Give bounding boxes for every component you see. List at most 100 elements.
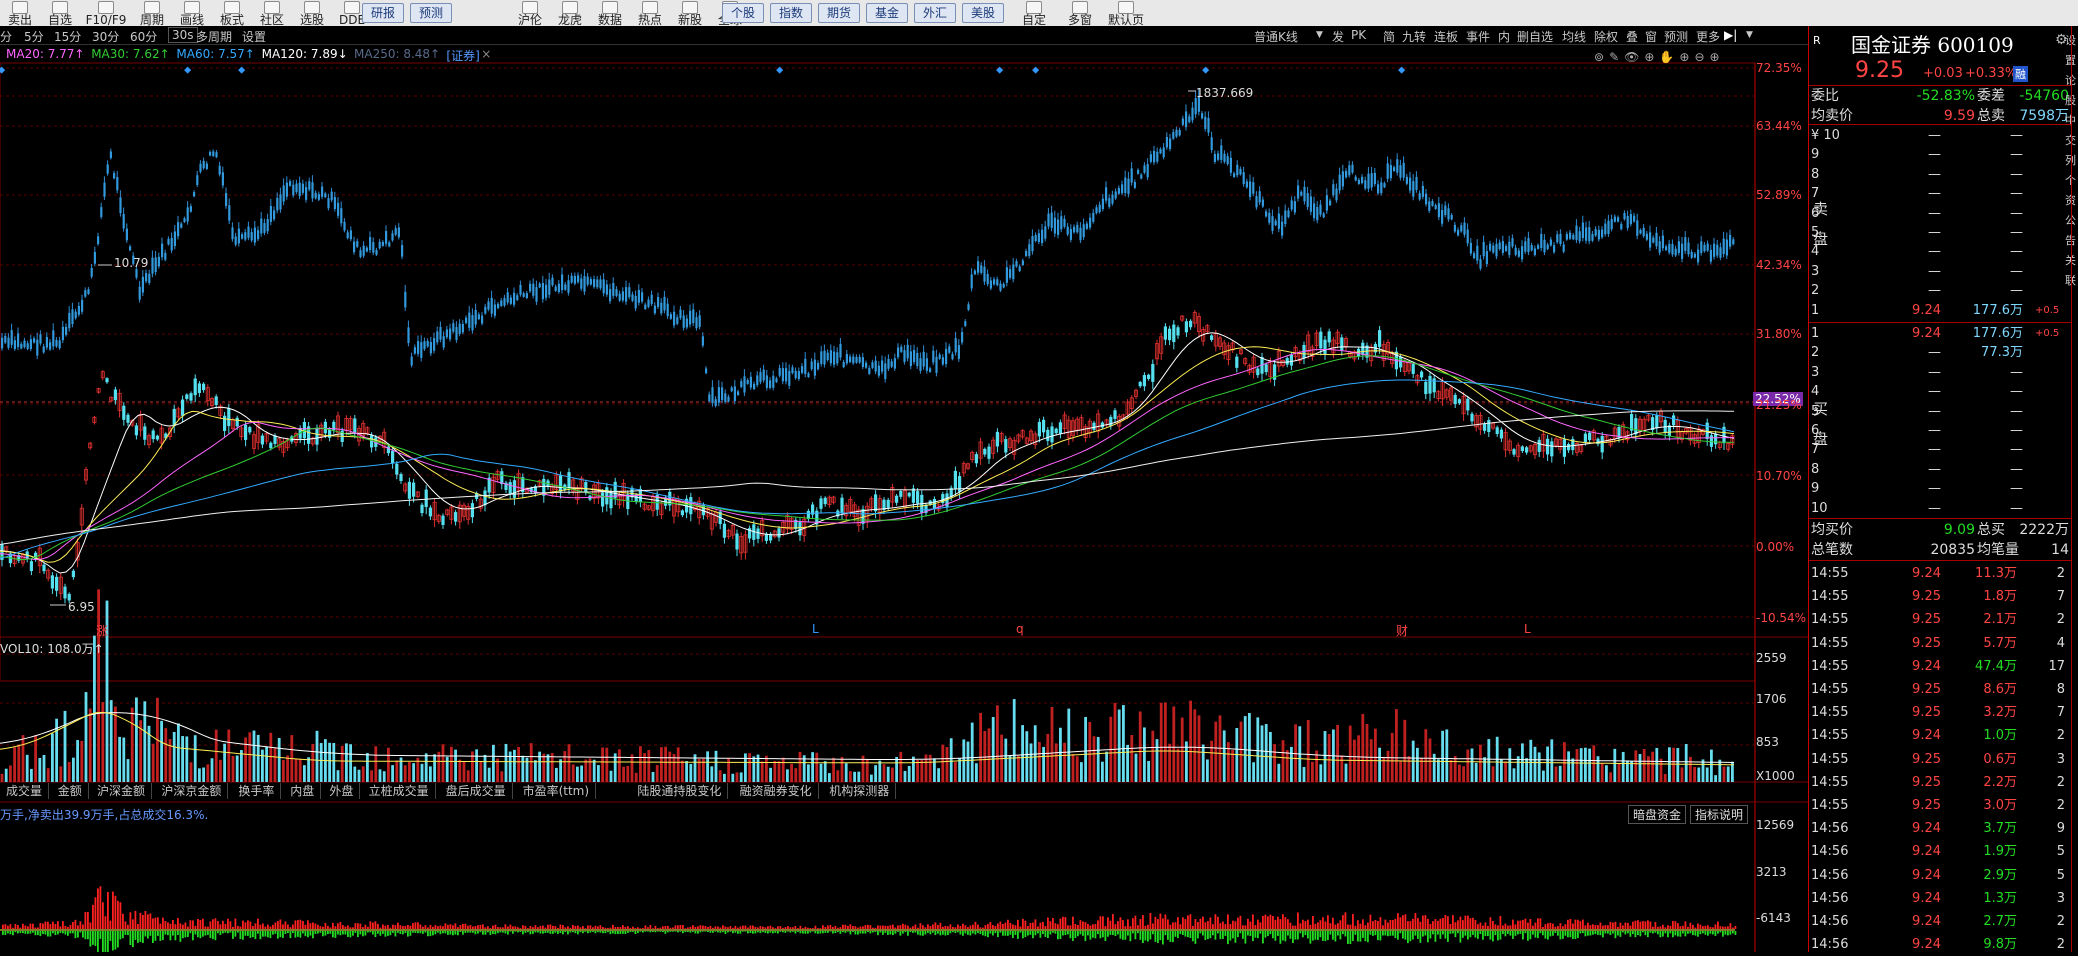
market-btn-1[interactable]: 指数 <box>770 3 813 23</box>
volume-bar <box>1437 759 1440 782</box>
buy-level-row[interactable]: 9— — <box>1809 479 2071 498</box>
toolbar-pen-button[interactable]: 画线 <box>172 0 212 26</box>
trade-price: 9.25 <box>1912 751 1941 767</box>
toolbar-new-button[interactable]: 新股 <box>670 0 710 26</box>
index-candle <box>205 163 208 169</box>
buy-level-row[interactable]: 5— — <box>1809 402 2071 421</box>
chart-tool-11[interactable]: 窗 <box>1645 28 1657 44</box>
toolbar-data-button[interactable]: 数据 <box>590 0 630 26</box>
kline-chart-area[interactable] <box>0 45 1808 952</box>
market-btn-5[interactable]: 美股 <box>962 3 1005 23</box>
toolbar-fire-button[interactable]: 热点 <box>630 0 670 26</box>
sell-level-row[interactable]: 1 9.24 177.6万 +0.5 <box>1809 301 2071 320</box>
fund-inflow-bar <box>812 928 814 929</box>
chart-tool-4[interactable]: 连板 <box>1434 28 1458 44</box>
fund-outflow-bar <box>559 931 562 933</box>
index-candle <box>612 282 615 296</box>
row-value: -52.83% <box>1916 88 1975 104</box>
toolbar-star-button[interactable]: 自选 <box>40 0 80 26</box>
index-candle <box>375 249 378 255</box>
chart-tool-6[interactable]: 内 <box>1498 28 1510 44</box>
volume-bar <box>1264 724 1268 782</box>
chart-tool-8[interactable]: 均线 <box>1562 28 1586 44</box>
fund-inflow-bar <box>332 922 334 929</box>
toolbar-globe-button[interactable]: 沪伦 <box>510 0 550 26</box>
sell-level-row[interactable]: 3— — <box>1809 262 2071 281</box>
toolbar-filter-button[interactable]: 选股 <box>292 0 332 26</box>
event-diamond-icon[interactable] <box>238 66 246 74</box>
toolbar-btn-0[interactable]: 研报 <box>362 3 405 23</box>
volume-bar <box>949 738 953 782</box>
collapse-arrow-icon[interactable]: ▶| <box>1724 28 1737 42</box>
period-5[interactable]: 30s <box>168 27 198 43</box>
sell-level-row[interactable]: 7— — <box>1809 184 2071 203</box>
market-btn-4[interactable]: 外汇 <box>914 3 957 23</box>
margin-tag: 融 <box>2013 66 2028 82</box>
chart-tool-2[interactable]: 简 <box>1383 28 1395 44</box>
toolbar-btn-1[interactable]: 预测 <box>410 3 453 23</box>
period-3[interactable]: 30分 <box>92 28 119 44</box>
buy-level-row[interactable]: 7— — <box>1809 440 2071 459</box>
chevron-down-icon[interactable]: ▼ <box>1316 30 1323 40</box>
buy-level-row[interactable]: 2—77.3万 <box>1809 343 2071 362</box>
level-volume: — <box>2010 403 2023 419</box>
index-candle <box>1581 222 1584 238</box>
chart-tool-3[interactable]: 九转 <box>1402 28 1426 44</box>
toolbar-layout-button[interactable]: 板式 <box>212 0 252 26</box>
toolbar-home-button[interactable]: 默认页 <box>1104 0 1148 26</box>
chart-tool-12[interactable]: 预测 <box>1664 28 1688 44</box>
sell-level-row[interactable]: 2— — <box>1809 281 2071 300</box>
volume-bar <box>1172 706 1176 782</box>
chart-tool-10[interactable]: 叠 <box>1626 28 1638 44</box>
toolbar-windows-button[interactable]: 多窗 <box>1058 0 1102 26</box>
fund-inflow-bar <box>377 923 379 929</box>
index-candle <box>1085 223 1088 229</box>
kline-type-select[interactable]: 普通K线 <box>1254 28 1298 44</box>
sell-level-row[interactable]: 8— — <box>1809 165 2071 184</box>
chart-tool-13[interactable]: 更多 <box>1696 28 1720 44</box>
fund-inflow-bar <box>19 927 22 929</box>
fund-outflow-bar <box>1554 931 1557 933</box>
period-2[interactable]: 15分 <box>54 28 81 44</box>
index-candle <box>922 351 925 367</box>
buy-level-row[interactable]: 1 9.24 177.6万 +0.5 <box>1809 324 2071 343</box>
buy-level-row[interactable]: 3— — <box>1809 363 2071 382</box>
chart-tool-9[interactable]: 除权 <box>1594 28 1618 44</box>
buy-level-row[interactable]: 10— — <box>1809 499 2071 518</box>
sell-level-row[interactable]: 5— — <box>1809 223 2071 242</box>
period-1[interactable]: 5分 <box>24 28 44 44</box>
sell-level-row[interactable]: 4— — <box>1809 242 2071 261</box>
chart-tool-7[interactable]: 删自选 <box>1517 28 1553 44</box>
toolbar-info-button[interactable]: F10/F9 <box>80 0 132 26</box>
buy-level-row[interactable]: 6— — <box>1809 421 2071 440</box>
market-btn-0[interactable]: 个股 <box>722 3 765 23</box>
buy-level-row[interactable]: 8— — <box>1809 460 2071 479</box>
period-4[interactable]: 60分 <box>130 28 157 44</box>
stock-candle <box>1588 432 1592 441</box>
chart-tool-0[interactable]: 发 <box>1332 28 1344 44</box>
toolbar-calendar-button[interactable]: 周期 <box>132 0 172 26</box>
market-btn-3[interactable]: 基金 <box>866 3 909 23</box>
event-diamond-icon[interactable] <box>184 66 192 74</box>
sell-level-row[interactable]: ¥ 10— — <box>1809 126 2071 145</box>
fund-inflow-bar <box>1492 920 1494 929</box>
chevron-down-icon[interactable]: ▼ <box>1746 30 1753 40</box>
sell-level-row[interactable]: 6— — <box>1809 204 2071 223</box>
period-0[interactable]: 分 <box>0 28 12 44</box>
fund-inflow-bar <box>142 914 144 929</box>
fund-inflow-bar <box>1159 913 1162 929</box>
volume-bar <box>1537 752 1541 782</box>
period-extra-1[interactable]: 设置 <box>242 28 266 44</box>
toolbar-sell-button[interactable]: 卖出 <box>0 0 40 26</box>
toolbar-custom-button[interactable]: 自定 <box>1012 0 1056 26</box>
toolbar-community-button[interactable]: 社区 <box>252 0 292 26</box>
market-btn-2[interactable]: 期货 <box>818 3 861 23</box>
event-diamond-icon[interactable] <box>0 66 6 74</box>
toolbar-dragon-button[interactable]: 龙虎 <box>550 0 590 26</box>
buy-level-row[interactable]: 4— — <box>1809 382 2071 401</box>
chart-tool-1[interactable]: PK <box>1351 28 1366 42</box>
sell-level-row[interactable]: 9— — <box>1809 145 2071 164</box>
chart-tool-5[interactable]: 事件 <box>1466 28 1490 44</box>
period-extra-0[interactable]: 多周期 <box>196 28 232 44</box>
fund-outflow-bar <box>447 931 449 935</box>
